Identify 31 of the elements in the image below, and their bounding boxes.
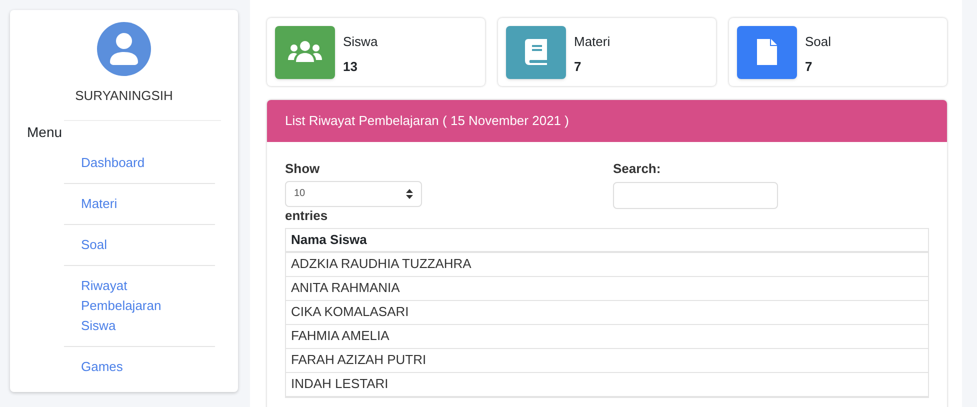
panel-header: List Riwayat Pembelajaran ( 15 November 2021 ) xyxy=(267,100,947,142)
menu-link[interactable]: Dashboard xyxy=(64,142,215,182)
stat-label: Siswa xyxy=(343,33,378,51)
file-icon xyxy=(757,39,777,65)
stat-value: 13 xyxy=(343,58,358,76)
menu-link[interactable]: Materi xyxy=(64,184,215,224)
stat-label: Soal xyxy=(805,33,832,51)
search-field[interactable] xyxy=(613,182,778,208)
avatar-icon xyxy=(97,22,151,76)
users-icon xyxy=(288,40,322,64)
page-size-select[interactable]: 10 xyxy=(285,180,422,206)
stat-value: 7 xyxy=(574,58,582,76)
book-icon xyxy=(525,39,547,65)
table-cell-text: ANITA RAHMANIA xyxy=(291,279,400,298)
entries-label: entries xyxy=(285,208,329,224)
table-cell-text: FARAH AZIZAH PUTRI xyxy=(291,351,426,370)
user-name: SURYANINGSIH xyxy=(75,87,173,105)
menu-link[interactable]: Games xyxy=(64,346,215,386)
column-header: Nama Siswa xyxy=(286,228,928,252)
menu-link[interactable]: Soal xyxy=(64,224,215,264)
menu-link[interactable]: Riwayat Pembelajaran Siswa xyxy=(64,266,215,346)
menu-title: Menu xyxy=(27,122,64,142)
stat-value: 7 xyxy=(805,58,814,76)
stat-label: Materi xyxy=(574,33,610,51)
sort-caret-icon xyxy=(406,188,413,198)
table-cell-text: ADZKIA RAUDHIA TUZZAHRA xyxy=(291,255,472,274)
search-label: Search: xyxy=(613,160,662,178)
table-cell-text: INDAH LESTARI xyxy=(291,375,388,394)
show-label: Show xyxy=(285,160,321,178)
table-cell-text: FAHMIA AMELIA xyxy=(291,327,390,346)
table-cell-text: CIKA KOMALASARI xyxy=(291,303,409,322)
